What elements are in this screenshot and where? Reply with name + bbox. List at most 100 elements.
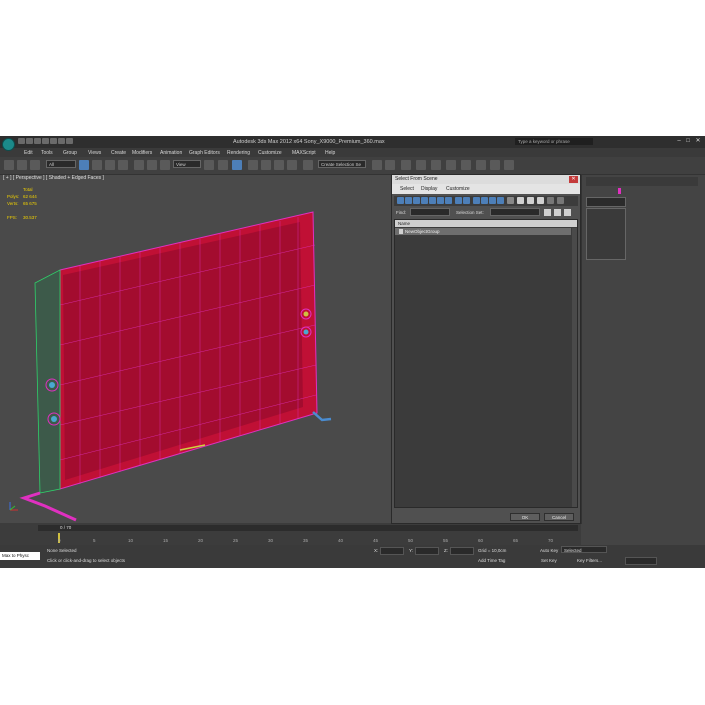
key-mode-dropdown[interactable]: Selected (561, 546, 607, 553)
display-none-icon[interactable] (507, 197, 514, 204)
select-manipulate-icon[interactable] (218, 160, 228, 170)
menu-views[interactable]: Views (88, 150, 101, 156)
menu-edit[interactable]: Edit (24, 150, 33, 156)
modifier-list-dropdown[interactable] (586, 197, 626, 207)
mirror-icon[interactable] (372, 160, 382, 170)
display-all-icon[interactable] (497, 197, 504, 204)
menu-customize[interactable]: Customize (258, 150, 282, 156)
maximize-button[interactable]: □ (684, 138, 692, 145)
select-all-icon[interactable] (517, 197, 524, 204)
display-cameras-icon[interactable] (421, 197, 428, 204)
save-file-icon[interactable] (34, 138, 41, 144)
unlink-icon[interactable] (30, 160, 40, 170)
keyboard-shortcut-icon[interactable] (232, 160, 242, 170)
filter-options-icon[interactable] (557, 197, 564, 204)
display-hidden-icon[interactable] (489, 197, 496, 204)
command-panel-tabs[interactable] (586, 177, 698, 186)
case-sensitive-icon[interactable] (564, 209, 571, 216)
dialog-menu-customize[interactable]: Customize (446, 186, 470, 192)
qat-dropdown-icon[interactable] (66, 138, 73, 144)
curve-editor-icon[interactable] (431, 160, 441, 170)
menu-modifiers[interactable]: Modifiers (132, 150, 152, 156)
display-groups-icon[interactable] (445, 197, 452, 204)
auto-key-button[interactable]: Auto Key (540, 548, 558, 553)
select-none-icon[interactable] (527, 197, 534, 204)
current-frame-field[interactable] (625, 557, 657, 565)
redo-icon[interactable] (50, 138, 57, 144)
cancel-button[interactable]: Cancel (544, 513, 574, 521)
find-input[interactable] (410, 208, 450, 216)
move-icon[interactable] (134, 160, 144, 170)
list-item[interactable]: NewObjectGroup (395, 228, 571, 235)
selection-set-dropdown[interactable] (490, 208, 540, 216)
ok-button[interactable]: OK (510, 513, 540, 521)
display-helpers-icon[interactable] (429, 197, 436, 204)
display-geometry-icon[interactable] (397, 197, 404, 204)
render-setup-icon[interactable] (476, 160, 486, 170)
time-slider[interactable] (38, 525, 578, 531)
reference-coordinate-dropdown[interactable]: View (173, 160, 201, 168)
material-editor-icon[interactable] (461, 160, 471, 170)
scale-icon[interactable] (160, 160, 170, 170)
list-scrollbar[interactable] (572, 228, 577, 507)
menu-create[interactable]: Create (111, 150, 126, 156)
menu-animation[interactable]: Animation (160, 150, 182, 156)
rendered-frame-window-icon[interactable] (490, 160, 500, 170)
selection-filter-dropdown[interactable]: All (46, 160, 76, 168)
new-file-icon[interactable] (18, 138, 25, 144)
key-filters-button[interactable]: Key Filters... (577, 558, 602, 563)
minimize-button[interactable]: – (675, 138, 683, 145)
menu-rendering[interactable]: Rendering (227, 150, 250, 156)
hierarchy-icon[interactable] (554, 209, 561, 216)
display-spacewarps-icon[interactable] (437, 197, 444, 204)
angle-snap-icon[interactable] (261, 160, 271, 170)
display-lights-icon[interactable] (413, 197, 420, 204)
rectangular-selection-icon[interactable] (105, 160, 115, 170)
scene-object-list[interactable]: Name NewObjectGroup (394, 219, 578, 508)
display-containers-icon[interactable] (473, 197, 480, 204)
sync-selection-icon[interactable] (544, 209, 551, 216)
undo-icon[interactable] (4, 160, 14, 170)
undo-icon[interactable] (42, 138, 49, 144)
graphite-tools-icon[interactable] (416, 160, 426, 170)
project-folder-icon[interactable] (58, 138, 65, 144)
rotate-icon[interactable] (147, 160, 157, 170)
name-column-header[interactable]: Name (395, 220, 577, 227)
select-object-icon[interactable] (79, 160, 89, 170)
dialog-menu-display[interactable]: Display (421, 186, 437, 192)
modifier-stack[interactable] (586, 208, 626, 260)
named-selection-dropdown[interactable]: Create Selection Se (318, 160, 366, 168)
menu-help[interactable]: Help (325, 150, 335, 156)
stack-controls[interactable] (588, 262, 628, 270)
schematic-view-icon[interactable] (446, 160, 456, 170)
x-coord-field[interactable] (380, 547, 404, 555)
set-key-button[interactable]: Set Key (541, 558, 557, 563)
select-by-name-icon[interactable] (92, 160, 102, 170)
viewport-label[interactable]: [ + ] [ Perspective ] [ Shaded + Edged F… (3, 175, 104, 181)
select-invert-icon[interactable] (537, 197, 544, 204)
open-file-icon[interactable] (26, 138, 33, 144)
close-button[interactable]: ✕ (694, 138, 702, 145)
app-logo-icon[interactable] (2, 138, 15, 151)
menu-tools[interactable]: Tools (41, 150, 53, 156)
menu-maxscript[interactable]: MAXScript (292, 150, 316, 156)
search-input[interactable]: Type a keyword or phrase (515, 138, 593, 145)
display-xrefs-icon[interactable] (455, 197, 462, 204)
align-icon[interactable] (385, 160, 395, 170)
snaps-toggle-icon[interactable] (248, 160, 258, 170)
dialog-close-button[interactable]: ✕ (569, 176, 578, 183)
render-production-icon[interactable] (504, 160, 514, 170)
maxscript-listener[interactable]: Max to Physc (0, 552, 40, 560)
track-bar[interactable]: 0 5 10 15 20 25 30 35 40 45 50 55 60 65 … (38, 532, 578, 544)
link-icon[interactable] (17, 160, 27, 170)
display-frozen-icon[interactable] (481, 197, 488, 204)
window-crossing-icon[interactable] (118, 160, 128, 170)
filter-icon[interactable] (547, 197, 554, 204)
y-coord-field[interactable] (415, 547, 439, 555)
object-color-swatch[interactable] (618, 188, 621, 194)
layer-manager-icon[interactable] (401, 160, 411, 170)
add-time-tag[interactable]: Add Time Tag (478, 558, 505, 563)
display-shapes-icon[interactable] (405, 197, 412, 204)
z-coord-field[interactable] (450, 547, 474, 555)
spinner-snap-icon[interactable] (287, 160, 297, 170)
